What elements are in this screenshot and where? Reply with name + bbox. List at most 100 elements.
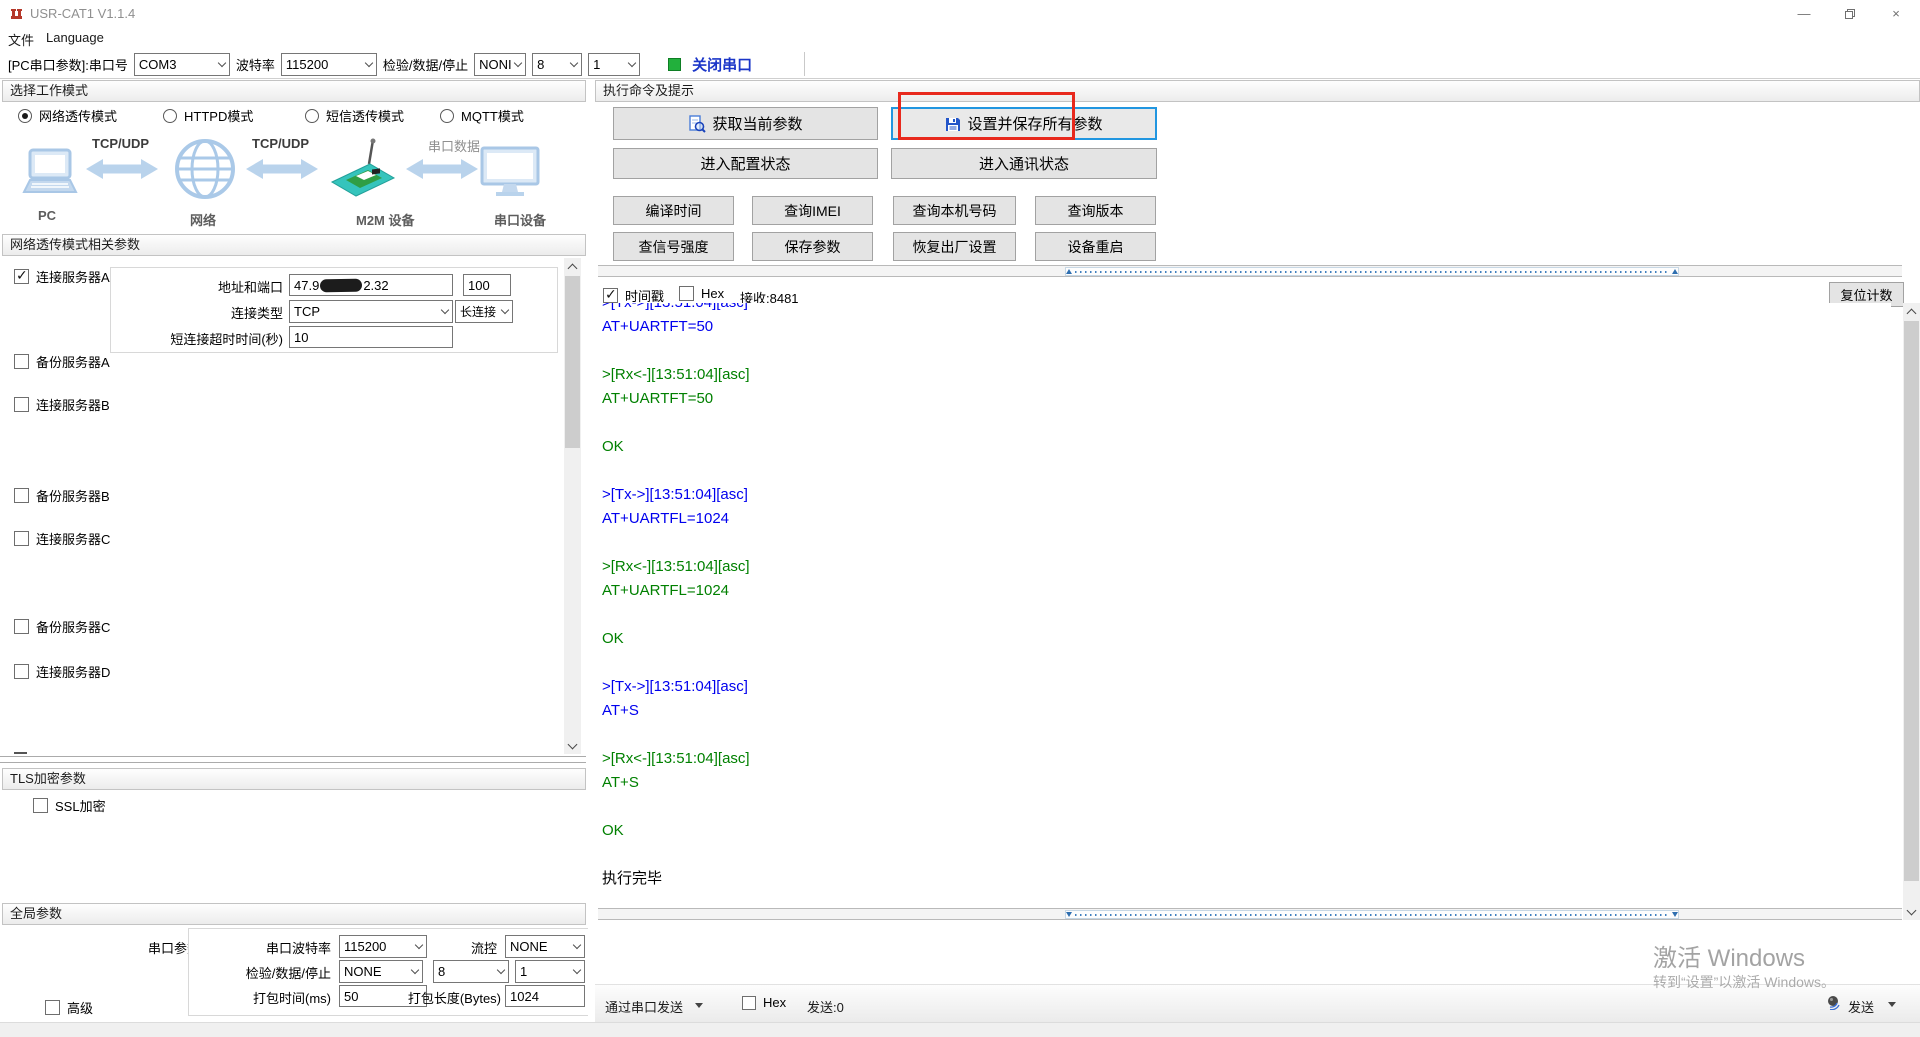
checkbox-icon [679,286,694,301]
checkbox-connect-server-d[interactable]: 连接服务器D [14,662,110,681]
chevron-down-icon [573,966,581,974]
pack-len-input[interactable] [505,985,585,1007]
scroll-down-icon[interactable] [564,737,581,754]
query-imei-button[interactable]: 查询IMEI [752,196,873,225]
restore-button[interactable] [1827,0,1873,27]
uart-baud-select[interactable]: 115200 [339,935,427,958]
server-a-port-input[interactable] [463,274,511,296]
settings-panel: 选择工作模式 网络透传模式 HTTPD模式 短信透传模式 MQTT模式 TCP/… [0,79,588,1037]
checkbox-icon [14,397,29,412]
floppy-save-icon [945,116,961,132]
close-button[interactable]: × [1873,0,1919,27]
databits-select[interactable]: 8 [532,53,582,76]
send-button[interactable]: 发送 [1848,997,1874,1016]
baud-select[interactable]: 115200 [281,53,377,76]
scrollbar-thumb[interactable] [1065,267,1679,276]
set-save-params-button[interactable]: 设置并保存所有参数 [891,107,1157,140]
checkbox-hex-recv[interactable]: Hex [679,286,724,301]
close-port-button[interactable]: 关闭串口 [692,54,752,75]
scroll-arrow-icon [1672,912,1678,917]
chevron-down-icon [573,941,581,949]
uart-stopbits-select[interactable]: 1 [515,960,585,983]
checkbox-connect-server-a[interactable]: 连接服务器A [14,267,110,286]
scroll-up-icon[interactable] [1903,303,1920,320]
log-line: 执行完毕 [602,867,1891,891]
checkbox-backup-server-b[interactable]: 备份服务器B [14,486,110,505]
checkbox-advanced[interactable]: 高级 [45,998,93,1017]
scrollbar-thumb[interactable] [1065,910,1679,919]
checkbox-hex-send[interactable]: Hex [742,995,786,1010]
clipped-item-mark [14,752,27,754]
checkbox-connect-server-c[interactable]: 连接服务器C [14,529,110,548]
com-port-select[interactable]: COM3 [134,53,230,76]
tls-header: TLS加密参数 [2,768,586,790]
save-params-button[interactable]: 保存参数 [752,232,873,261]
checkbox-icon [603,288,618,303]
toolbar-divider [804,52,805,76]
serial-params-groupbox: 串口波特率 115200 流控 NONE 检验/数据/停止 NONE 8 1 打… [188,928,592,1016]
menu-language[interactable]: Language [46,30,104,45]
uart-databits-select[interactable]: 8 [433,960,509,983]
log-line: AT+S [602,699,1891,723]
parity-select[interactable]: NONI [474,53,526,76]
scroll-up-icon[interactable] [564,258,581,275]
scrollbar-dots [1075,914,1669,916]
factory-reset-button[interactable]: 恢复出厂设置 [893,232,1016,261]
uart-parity-select[interactable]: NONE [339,960,423,983]
serial-params-label: 串口参数 [100,938,200,957]
log-vscrollbar[interactable] [1903,303,1920,920]
query-version-button[interactable]: 查询版本 [1035,196,1156,225]
mode-net-transparent[interactable]: 网络透传模式 [18,106,117,125]
menu-file[interactable]: 文件 [8,30,34,49]
link-label-tcpudp-2: TCP/UDP [252,136,309,151]
addr-port-label: 地址和端口 [111,277,283,296]
query-phone-number-button[interactable]: 查询本机号码 [893,196,1016,225]
server-a-groupbox: 地址和端口 47.92.32 连接类型 TCP 长连接 短连接超时时间(秒) [110,267,558,353]
dropdown-arrow-icon[interactable] [1888,1002,1896,1007]
scrollbar-thumb[interactable] [565,276,580,448]
uart-baud-label: 串口波特率 [189,938,331,957]
enter-comm-button[interactable]: 进入通讯状态 [891,148,1157,179]
checkbox-backup-server-a[interactable]: 备份服务器A [14,352,110,371]
log-line [602,603,1891,627]
query-signal-button[interactable]: 查信号强度 [613,232,734,261]
checkbox-connect-server-b[interactable]: 连接服务器B [14,395,110,414]
mode-httpd[interactable]: HTTPD模式 [163,106,253,125]
enter-config-button[interactable]: 进入配置状态 [613,148,878,179]
scroll-down-icon[interactable] [1903,903,1920,920]
log-output[interactable]: >[Tx->][13:51:04][asc]AT+UARTFT=50 >[Rx<… [598,303,1891,908]
short-conn-timeout-input[interactable] [289,326,453,348]
arrow-icon [406,158,478,180]
log-line [602,459,1891,483]
mode-sms[interactable]: 短信透传模式 [305,106,404,125]
log-line [602,411,1891,435]
chevron-down-icon [514,58,522,66]
log-hscrollbar-bottom[interactable] [598,908,1902,920]
checkbox-ssl[interactable]: SSL加密 [33,796,106,815]
port-label: [PC串口参数]:串口号 [8,55,128,74]
serial-toolbar: [PC串口参数]:串口号 COM3 波特率 115200 检验/数据/停止 NO… [0,50,1920,79]
mode-mqtt[interactable]: MQTT模式 [440,106,524,125]
checkbox-backup-server-c[interactable]: 备份服务器C [14,617,110,636]
app-icon [9,6,24,21]
stopbits-select[interactable]: 1 [588,53,640,76]
server-a-address-input[interactable]: 47.92.32 [289,274,453,296]
get-params-button[interactable]: 获取当前参数 [613,107,878,140]
minimize-button[interactable]: — [1781,0,1827,27]
radio-icon [163,109,177,123]
compile-time-button[interactable]: 编译时间 [613,196,734,225]
conn-type-select[interactable]: TCP [289,300,453,323]
params-scrollbar[interactable] [564,258,581,754]
log-line: AT+UARTFL=1024 [602,507,1891,531]
arrow-icon [246,158,318,180]
device-restart-button[interactable]: 设备重启 [1035,232,1156,261]
keepalive-select[interactable]: 长连接 [455,300,513,323]
log-line: >[Tx->][13:51:04][asc] [602,303,1891,315]
send-via-serial-button[interactable]: 通过串口发送 [605,997,683,1016]
log-hscrollbar-top[interactable] [598,265,1902,277]
scrollbar-thumb[interactable] [1904,321,1919,881]
chevron-down-icon [570,58,578,66]
dropdown-arrow-icon[interactable] [695,1003,703,1008]
flow-select[interactable]: NONE [505,935,585,958]
window-title: USR-CAT1 V1.1.4 [30,6,135,21]
